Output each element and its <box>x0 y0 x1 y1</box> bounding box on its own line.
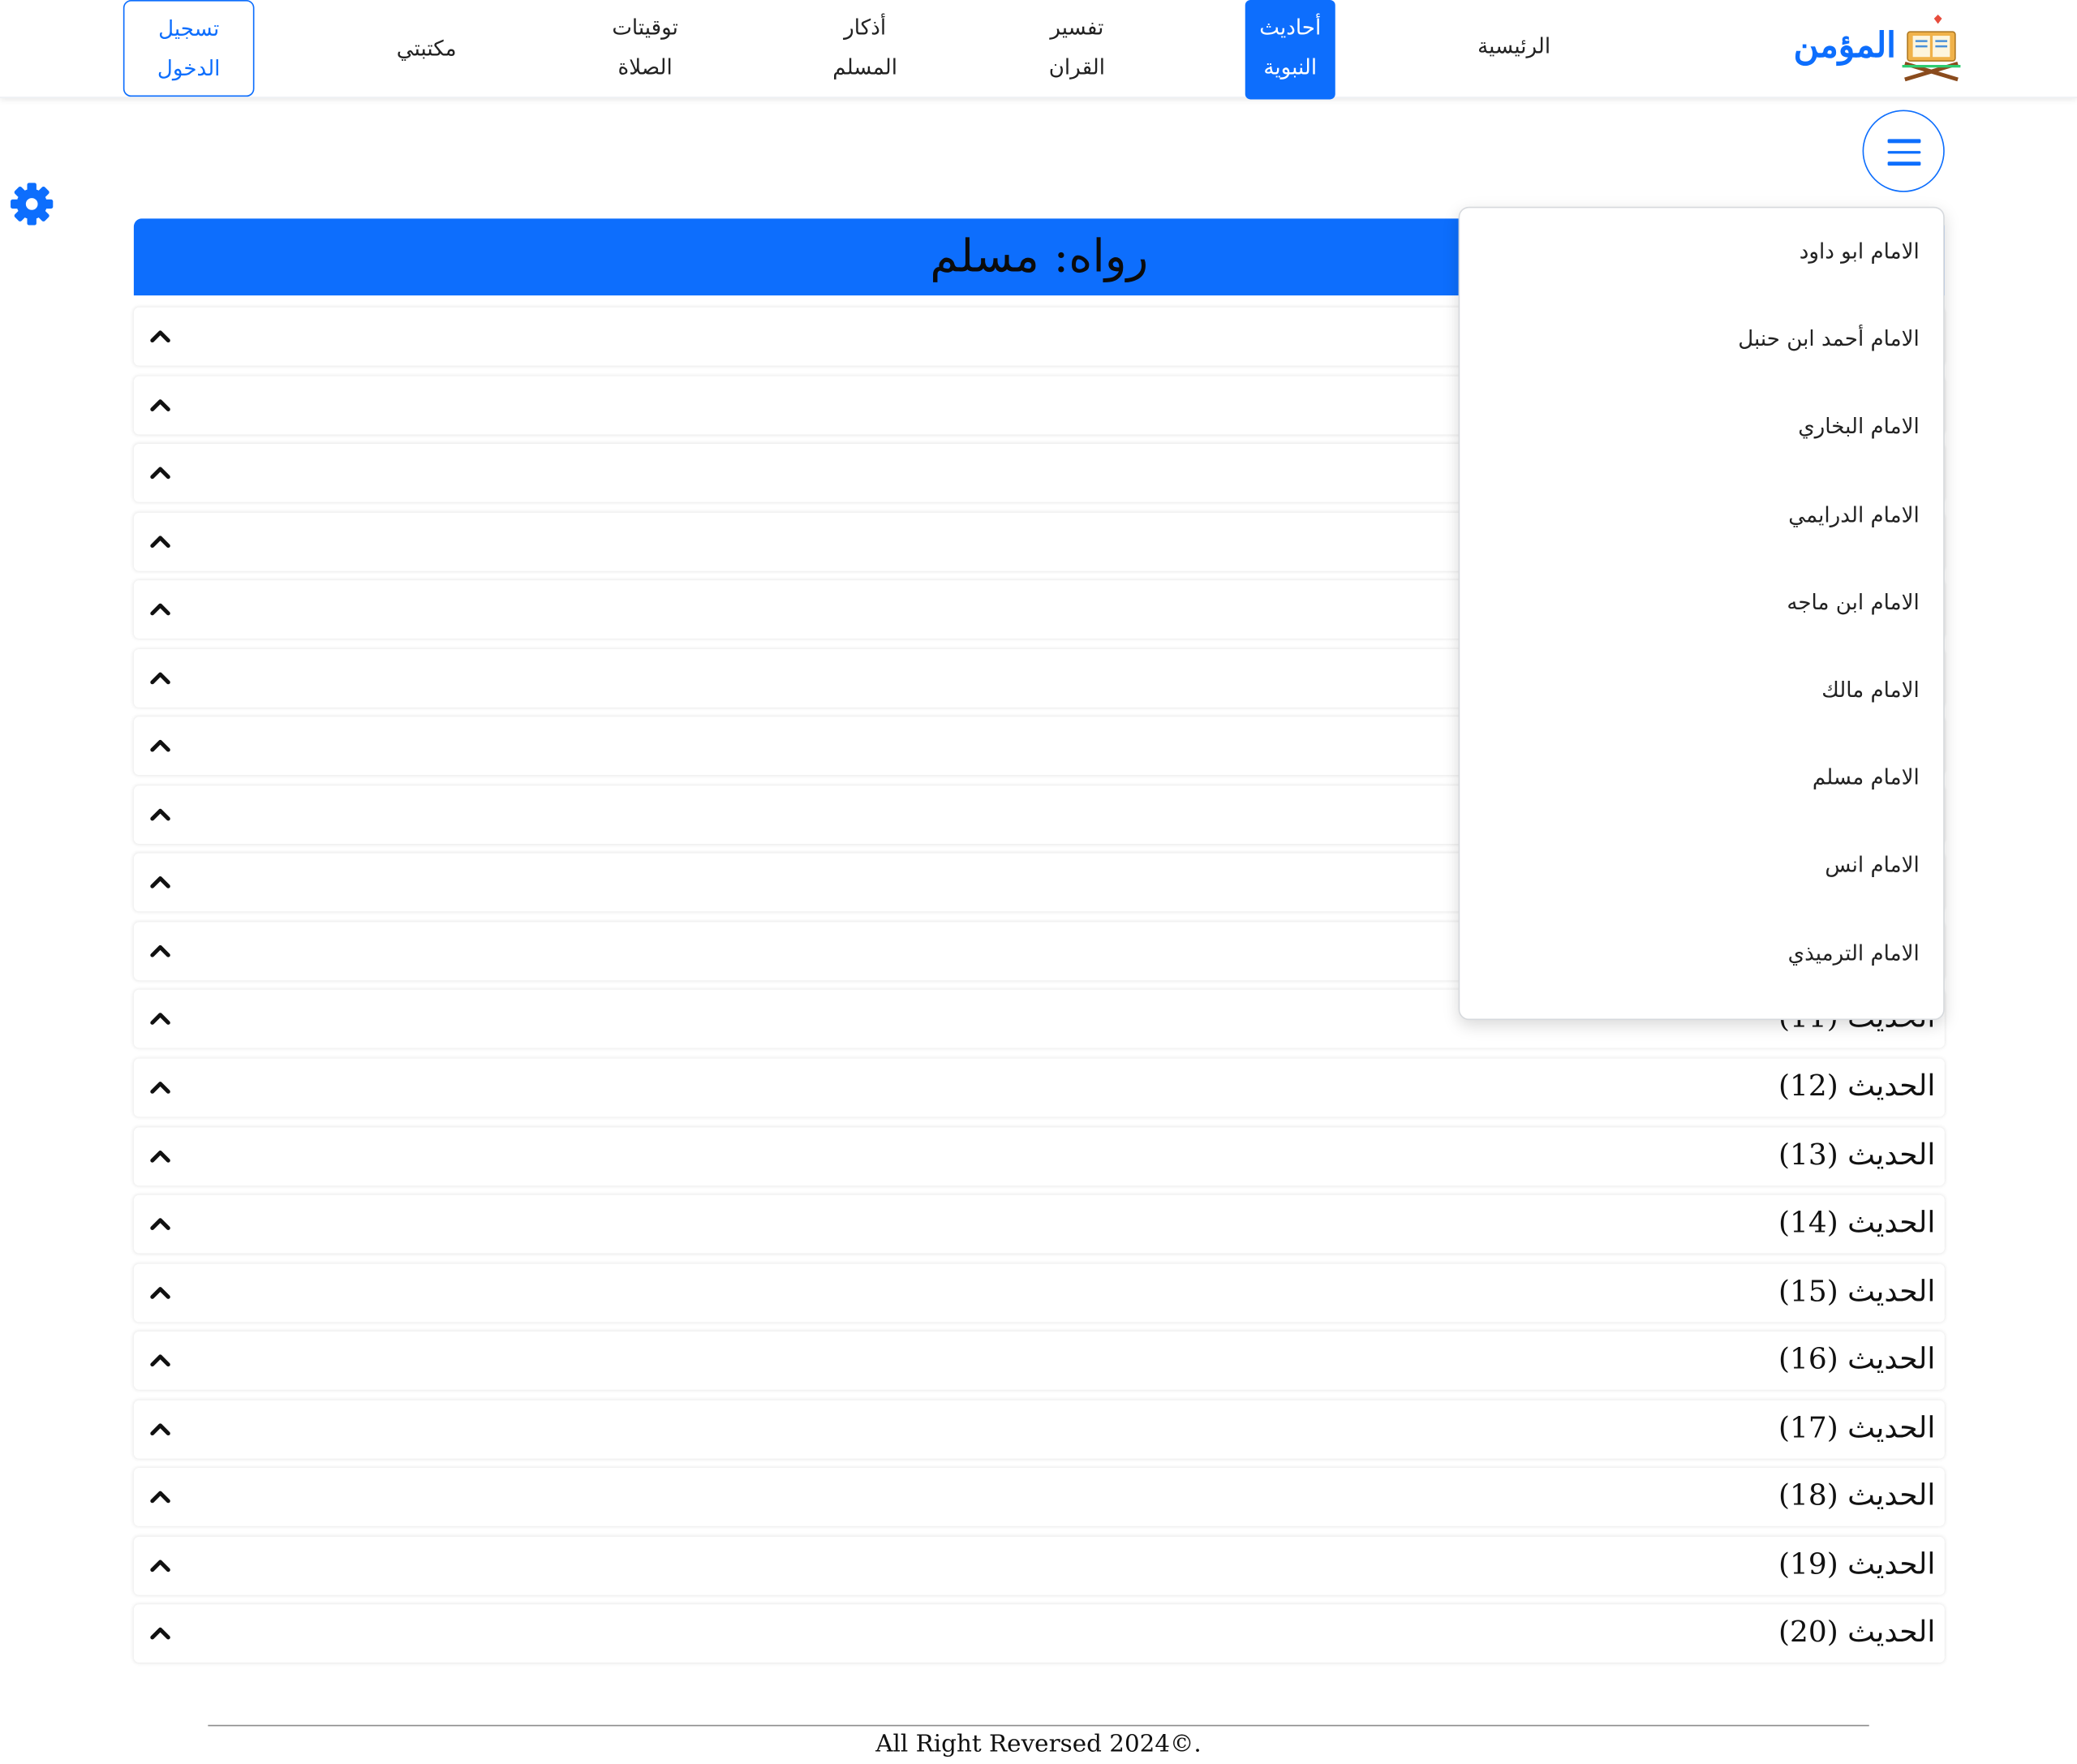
imam-menu-item[interactable]: الامام أحمد ابن حنبل <box>1738 326 1920 351</box>
site-logo[interactable]: المؤمن <box>1794 13 1966 82</box>
login-button[interactable]: تسجيل الدخول <box>123 0 255 97</box>
hadith-row[interactable]: الحديث (15) <box>133 1263 1945 1322</box>
imams-dropdown-menu: الامام ابو داود الامام أحمد ابن حنبل الاما… <box>1458 206 1945 1021</box>
hadith-row-title: الحديث (15) <box>1778 1275 1936 1309</box>
hadith-row-title: الحديث (13) <box>1778 1138 1936 1172</box>
imam-menu-item[interactable]: الامام مالك <box>1821 677 1920 702</box>
chevron-up-icon[interactable] <box>148 666 172 690</box>
imam-menu-item[interactable]: الامام مسلم <box>1813 764 1920 789</box>
hadith-row-title: الحديث (17) <box>1778 1412 1936 1445</box>
hadith-row-title: الحديث (16) <box>1778 1343 1936 1377</box>
hadith-row-title: الحديث (20) <box>1778 1616 1936 1650</box>
chevron-up-icon[interactable] <box>148 1622 172 1646</box>
chevron-up-icon[interactable] <box>148 1144 172 1168</box>
imam-menu-item[interactable]: الامام ابن ماجه <box>1787 589 1919 614</box>
hadith-row[interactable]: الحديث (17) <box>133 1400 1945 1459</box>
hadith-row[interactable]: الحديث (18) <box>133 1468 1945 1527</box>
chevron-up-icon[interactable] <box>148 325 172 348</box>
chevron-up-icon[interactable] <box>148 598 172 622</box>
chevron-up-icon[interactable] <box>148 939 172 962</box>
nav-home[interactable]: الرئيسية <box>1473 27 1555 114</box>
nav-prayer-times[interactable]: توقيتات الصلاة <box>599 8 691 96</box>
nav-hadith[interactable]: أحاديث النبوية <box>1245 0 1335 100</box>
footer-copyright: All Right Reversed 2024©. <box>875 1730 1202 1758</box>
footer-divider <box>208 1724 1869 1727</box>
hadith-row-title: الحديث (18) <box>1778 1480 1936 1514</box>
chevron-up-icon[interactable] <box>148 529 172 553</box>
chevron-up-icon[interactable] <box>148 1076 172 1099</box>
hadith-row[interactable]: الحديث (16) <box>133 1332 1945 1391</box>
chevron-up-icon[interactable] <box>148 1486 172 1509</box>
logo-text: المؤمن <box>1793 26 1896 67</box>
hadith-row[interactable]: الحديث (13) <box>133 1126 1945 1185</box>
imam-menu-item[interactable]: الامام البخاري <box>1798 414 1920 439</box>
chevron-up-icon[interactable] <box>148 1554 172 1577</box>
quran-book-icon <box>1902 14 1961 82</box>
chevron-up-icon[interactable] <box>148 802 172 826</box>
hadith-row[interactable]: الحديث (14) <box>133 1194 1945 1254</box>
hadith-row[interactable]: الحديث (19) <box>133 1536 1945 1595</box>
hadith-row-title: الحديث (12) <box>1778 1070 1936 1104</box>
top-navbar: المؤمن الرئيسية أحاديث النبوية تفسير الق… <box>0 0 2077 100</box>
hadith-row[interactable]: الحديث (20) <box>133 1604 1945 1663</box>
chevron-up-icon[interactable] <box>148 1349 172 1372</box>
chevron-up-icon[interactable] <box>148 1008 172 1031</box>
imam-menu-item[interactable]: الامام الدرايمي <box>1788 501 1920 527</box>
chevron-up-icon[interactable] <box>148 393 172 416</box>
chevron-up-icon[interactable] <box>148 734 172 758</box>
hadith-row-title: الحديث (14) <box>1778 1207 1936 1241</box>
chevron-up-icon[interactable] <box>148 1280 172 1304</box>
hamburger-icon[interactable] <box>1862 110 1945 192</box>
imam-menu-item[interactable]: الامام انس <box>1825 852 1919 877</box>
nav-library[interactable]: مكتبتي <box>384 29 468 117</box>
nav-tafsir[interactable]: تفسير القران <box>1038 8 1116 96</box>
chevron-up-icon[interactable] <box>148 1212 172 1236</box>
gear-icon[interactable] <box>8 180 56 228</box>
chevron-up-icon[interactable] <box>148 461 172 484</box>
nav-adhkar[interactable]: أذكار المسلم <box>821 8 909 96</box>
imam-menu-item[interactable]: الامام الترميذي <box>1788 940 1920 966</box>
chevron-up-icon[interactable] <box>148 871 172 894</box>
chevron-up-icon[interactable] <box>148 1418 172 1441</box>
hadith-row[interactable]: الحديث (12) <box>133 1058 1945 1117</box>
imam-menu-item[interactable]: الامام ابو داود <box>1800 239 1920 264</box>
hadith-row-title: الحديث (19) <box>1778 1548 1936 1582</box>
